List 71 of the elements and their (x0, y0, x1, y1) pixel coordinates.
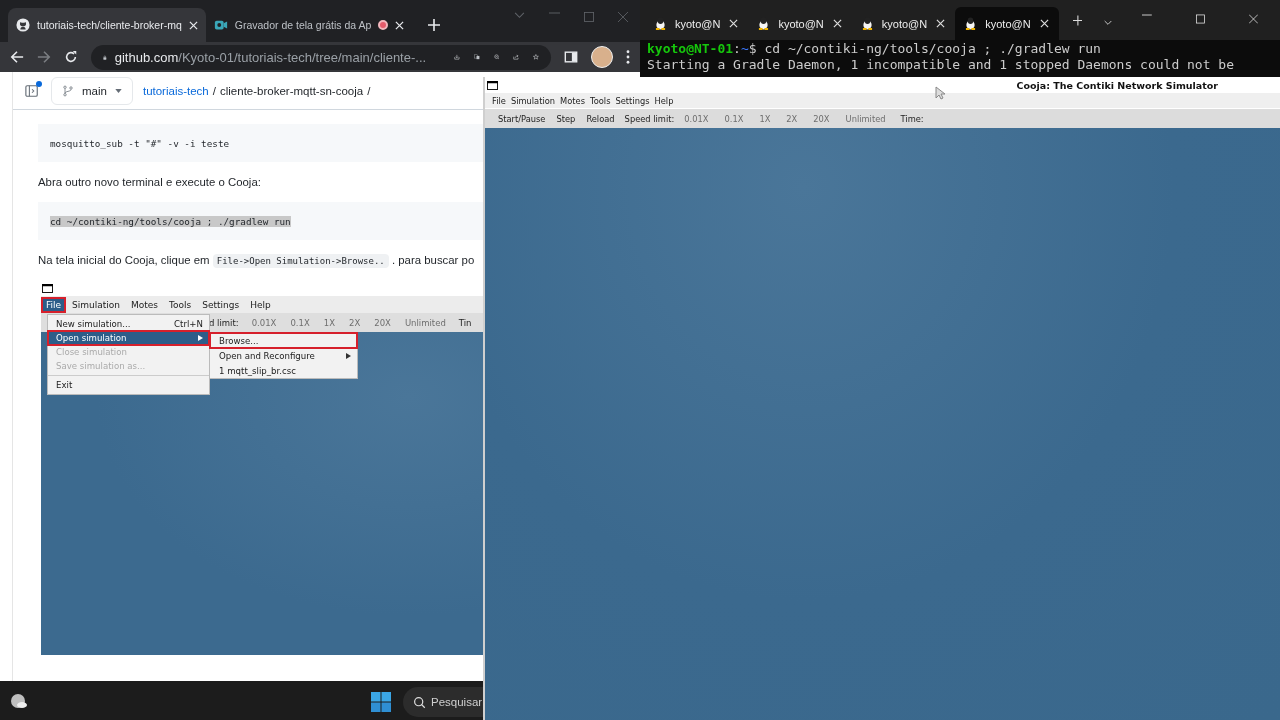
windows-logo-icon[interactable] (371, 691, 391, 712)
terminal-line: kyoto@NT-01:~$ cd ~/contiki-ng/tools/cooja ; ./gradlew run (647, 41, 1102, 57)
camera-icon (213, 18, 228, 32)
menu-item[interactable]: 1 mqtt_slip_br.csc (210, 363, 357, 378)
branch-button[interactable]: main (51, 76, 133, 105)
breadcrumb-separator: / (367, 84, 371, 97)
tab-title: kyoto@N (985, 17, 1031, 30)
tab-title: kyoto@N (778, 17, 824, 30)
back-icon[interactable] (10, 50, 24, 64)
side-panel-icon[interactable] (564, 50, 578, 64)
branch-icon (62, 84, 74, 97)
terminal-tab[interactable]: kyoto@N (851, 7, 956, 40)
terminal-tab[interactable]: kyoto@N (955, 7, 1059, 40)
terminal-line: Starting a Gradle Daemon, 1 incompatible and 1 stopped Daemons could not be (647, 57, 1235, 73)
toolbar-button[interactable]: Start/Pause (497, 113, 547, 124)
paragraph: Na tela inicial do Cooja, clique em File->Open Simulation->Browse.. . para buscar po (38, 254, 476, 266)
avatar[interactable] (591, 46, 613, 68)
toolbar-button[interactable]: Step (555, 113, 577, 124)
tab-title: kyoto@N (675, 17, 721, 30)
sidebar-toggle-icon[interactable] (25, 83, 39, 98)
search-field[interactable]: Pesquisar (403, 686, 483, 717)
plus-icon[interactable] (1072, 15, 1083, 26)
breadcrumb-current: cliente-broker-mqtt-sn-cooja (220, 84, 364, 97)
tab-title: kyoto@N (881, 17, 928, 30)
cat-logo-icon (16, 18, 30, 32)
menu-item[interactable]: Open and Reconfigure (210, 348, 357, 363)
menu-icon[interactable] (626, 50, 630, 64)
menu-item[interactable]: Exit (48, 378, 209, 392)
toolbar-label: Speed limit: (624, 113, 675, 124)
menu-item[interactable]: Tools (590, 95, 611, 106)
penguin-icon (655, 17, 666, 30)
penguin-icon (758, 17, 770, 30)
menu-item[interactable]: New simulation... Ctrl+N (48, 317, 209, 331)
toolbar-label: Time: (900, 113, 924, 124)
menu-item[interactable]: Simulation (510, 95, 556, 106)
menu-item[interactable]: Browse... (210, 333, 357, 348)
menu-item[interactable]: Motes (128, 298, 162, 311)
menu-item[interactable]: File (492, 95, 506, 106)
tab-title: tutoriais-tech/cliente-broker-mq (37, 19, 182, 31)
breadcrumb-separator: / (212, 84, 216, 97)
browser-tab[interactable]: tutoriais-tech/cliente-broker-mq (8, 8, 206, 42)
search-icon (413, 695, 426, 709)
url-text: github.com/Kyoto-01/tutoriais-tech/tree/main/cliente-... (114, 49, 427, 65)
menu-item[interactable]: Settings (199, 298, 243, 311)
forward-icon[interactable] (37, 50, 51, 64)
menu-item[interactable]: Tools (166, 298, 195, 311)
address-bar[interactable]: github.com/Kyoto-01/tutoriais-tech/tree/main/cliente-... (91, 44, 551, 70)
tab-title: Gravador de tela grátis da Ap (234, 19, 372, 31)
breadcrumb-link[interactable]: tutoriais-tech (142, 84, 209, 97)
cursor-icon (935, 86, 945, 100)
code-text: mosquitto_sub -t "#" -v -i teste (50, 137, 230, 149)
paragraph: Abra outro novo terminal e execute o Cooja: (38, 176, 262, 188)
reload-icon[interactable] (64, 50, 78, 64)
menu-item[interactable]: Simulation (69, 298, 123, 311)
menu-item[interactable]: Help (247, 298, 274, 311)
terminal-tab[interactable]: kyoto@N (645, 7, 749, 40)
menu-item[interactable]: Help (654, 95, 674, 106)
code-text: cd ~/contiki-ng/tools/cooja ; ./gradlew run (50, 215, 291, 227)
penguin-icon (965, 17, 977, 30)
caret-icon (114, 88, 122, 93)
browser-tab[interactable]: Gravador de tela grátis da Ap (205, 8, 413, 42)
toolbar-button[interactable]: Reload (585, 113, 616, 124)
menu-item[interactable]: Settings (615, 95, 650, 106)
window-title: Cooja: The Contiki Network Simulator (1016, 79, 1218, 91)
menu-item[interactable]: Open simulation (48, 331, 209, 345)
terminal-tab[interactable]: kyoto@N (748, 7, 852, 40)
menu-item[interactable]: Motes (560, 95, 585, 106)
plus-icon[interactable] (428, 19, 441, 31)
toolbar-label: Tin (458, 317, 472, 328)
menu-item[interactable]: File (43, 298, 65, 311)
penguin-icon (861, 17, 873, 30)
